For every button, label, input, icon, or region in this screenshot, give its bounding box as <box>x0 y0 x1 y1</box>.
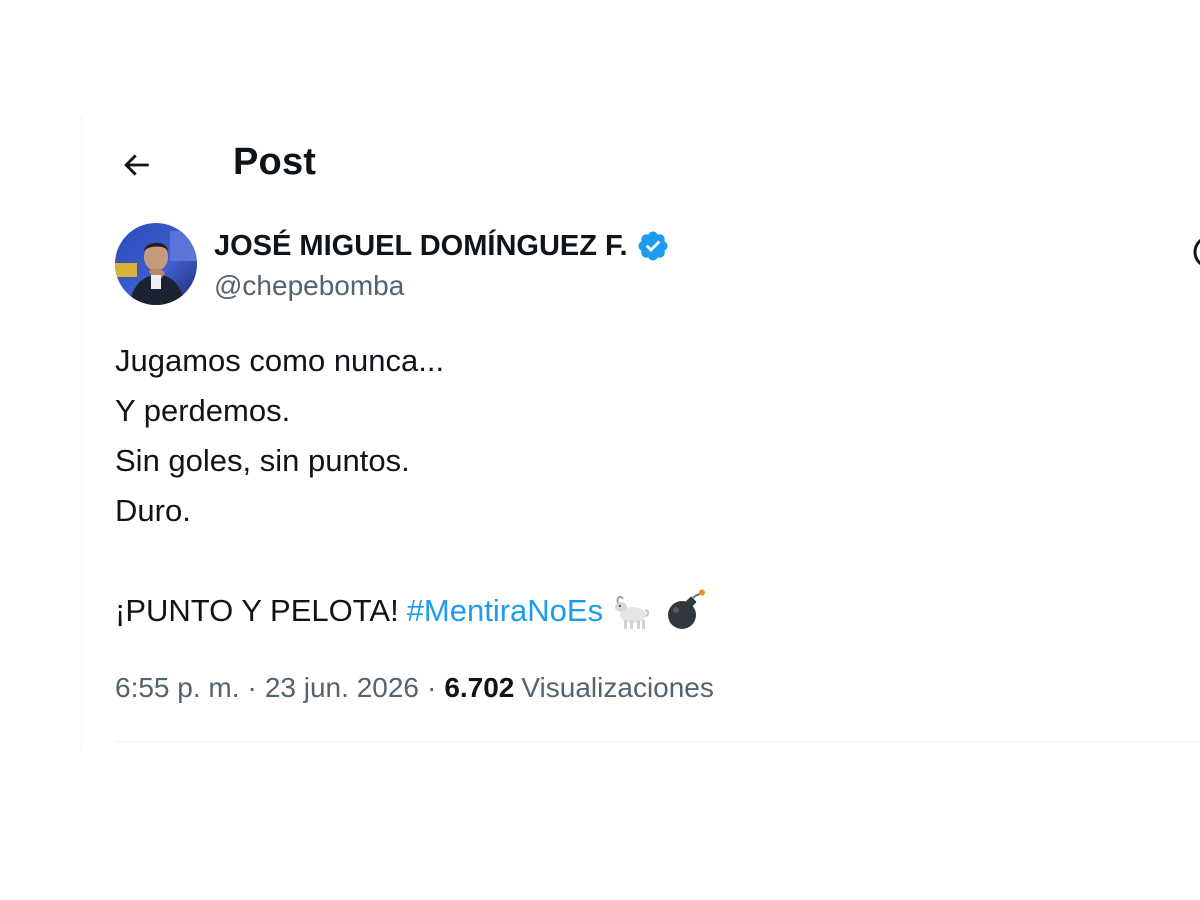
meta-separator: · <box>426 672 437 703</box>
tweet-line: Duro. <box>115 493 191 528</box>
more-options-icon[interactable] <box>1190 232 1200 272</box>
author-name-row[interactable]: JOSÉ MIGUEL DOMÍNGUEZ F. <box>214 226 670 266</box>
tweet-line: Sin goles, sin puntos. <box>115 443 410 478</box>
avatar-photo <box>115 223 197 305</box>
tweet-line: Jugamos como nunca... <box>115 343 445 378</box>
post-header: Post <box>81 130 1200 196</box>
views-count: 6.702 <box>444 672 515 703</box>
meta-separator: · <box>247 672 257 703</box>
verified-badge-icon <box>636 229 670 263</box>
goat-emoji-icon <box>611 589 655 633</box>
column-border <box>81 117 82 750</box>
avatar[interactable] <box>115 223 197 305</box>
tweet-final-line: ¡PUNTO Y PELOTA! #MentiraNoEs <box>115 586 1175 636</box>
tweet-line: Y perdemos. <box>115 393 291 428</box>
author-handle[interactable]: @chepebomba <box>214 268 404 304</box>
hashtag-link[interactable]: #MentiraNoEs <box>407 586 603 636</box>
page-title: Post <box>233 141 317 183</box>
author-name: JOSÉ MIGUEL DOMÍNGUEZ F. <box>214 230 628 262</box>
back-button[interactable] <box>117 146 155 184</box>
views-label: Visualizaciones <box>521 672 714 703</box>
tweet-meta: 6:55 p. m. · 23 jun. 2026 · 6.702 Visual… <box>115 666 714 710</box>
post-time[interactable]: 6:55 p. m. <box>115 672 240 704</box>
divider <box>115 741 1200 742</box>
post-date[interactable]: 23 jun. 2026 <box>265 672 419 704</box>
tweet-final-text: ¡PUNTO Y PELOTA! <box>115 593 399 628</box>
arrow-left-icon <box>124 154 149 176</box>
tweet-text: Jugamos como nunca... Y perdemos. Sin go… <box>115 336 1175 636</box>
bomb-emoji-icon <box>663 589 707 633</box>
